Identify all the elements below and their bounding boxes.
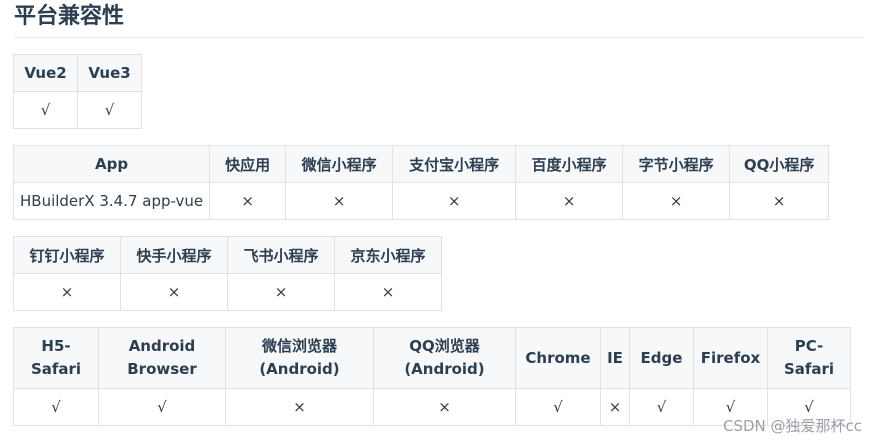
title-divider <box>14 37 864 38</box>
header-chrome: Chrome <box>515 327 601 389</box>
cell-jd-mini: × <box>334 273 442 311</box>
mini-program-compat-table: 钉钉小程序 快手小程序 飞书小程序 京东小程序 × × × × <box>13 236 442 311</box>
header-vue2: Vue2 <box>13 54 78 92</box>
header-wechat-browser: 微信浏览器(Android) <box>225 327 374 389</box>
cell-chrome: √ <box>515 388 601 426</box>
header-h5-safari: H5-Safari <box>13 327 99 389</box>
table-row: × × × × <box>13 273 442 311</box>
header-qq-mini: QQ小程序 <box>729 145 830 183</box>
cell-feishu-mini: × <box>227 273 335 311</box>
cell-edge: √ <box>629 388 694 426</box>
cell-app: HBuilderX 3.4.7 app-vue <box>12 182 211 220</box>
table-row: √ √ <box>13 91 142 129</box>
cell-vue2: √ <box>13 91 78 129</box>
cell-wechat-mini: × <box>285 182 394 220</box>
header-baidu-mini: 百度小程序 <box>515 145 624 183</box>
header-vue3: Vue3 <box>77 54 142 92</box>
cell-alipay-mini: × <box>392 182 517 220</box>
cell-ie: × <box>600 388 630 426</box>
header-ie: IE <box>600 327 630 389</box>
section-title: 平台兼容性 <box>14 4 125 29</box>
table-header-row: App 快应用 微信小程序 支付宝小程序 百度小程序 字节小程序 QQ小程序 <box>12 145 830 183</box>
cell-dingtalk-mini: × <box>13 273 121 311</box>
header-pc-safari: PC-Safari <box>767 327 851 389</box>
header-bytedance-mini: 字节小程序 <box>622 145 731 183</box>
cell-h5-safari: √ <box>13 388 99 426</box>
header-dingtalk-mini: 钉钉小程序 <box>13 236 121 274</box>
header-feishu-mini: 飞书小程序 <box>227 236 335 274</box>
header-kuaishou-mini: 快手小程序 <box>120 236 228 274</box>
cell-bytedance-mini: × <box>622 182 731 220</box>
table-header-row: Vue2 Vue3 <box>13 54 142 92</box>
header-wechat-mini: 微信小程序 <box>285 145 394 183</box>
cell-qq-mini: × <box>729 182 830 220</box>
header-app: App <box>12 145 211 183</box>
vue-compat-table: Vue2 Vue3 √ √ <box>13 54 142 129</box>
cell-kuaishou-mini: × <box>120 273 228 311</box>
header-edge: Edge <box>629 327 694 389</box>
cell-baidu-mini: × <box>515 182 624 220</box>
browser-compat-table: H5-Safari Android Browser 微信浏览器(Android)… <box>13 327 851 426</box>
header-firefox: Firefox <box>693 327 768 389</box>
table-header-row: H5-Safari Android Browser 微信浏览器(Android)… <box>13 327 851 389</box>
header-jd-mini: 京东小程序 <box>334 236 442 274</box>
cell-quick-app: × <box>209 182 287 220</box>
table-row: HBuilderX 3.4.7 app-vue × × × × × × <box>12 182 830 220</box>
header-qq-browser: QQ浏览器(Android) <box>373 327 516 389</box>
cell-qq-browser: × <box>373 388 516 426</box>
header-quick-app: 快应用 <box>209 145 287 183</box>
watermark: CSDN @独爱那杯cc <box>722 417 862 435</box>
table-header-row: 钉钉小程序 快手小程序 飞书小程序 京东小程序 <box>13 236 442 274</box>
app-compat-table: App 快应用 微信小程序 支付宝小程序 百度小程序 字节小程序 QQ小程序 H… <box>12 145 830 220</box>
header-alipay-mini: 支付宝小程序 <box>392 145 517 183</box>
cell-android-browser: √ <box>98 388 226 426</box>
cell-vue3: √ <box>77 91 142 129</box>
cell-wechat-browser: × <box>225 388 374 426</box>
header-android-browser: Android Browser <box>98 327 226 389</box>
